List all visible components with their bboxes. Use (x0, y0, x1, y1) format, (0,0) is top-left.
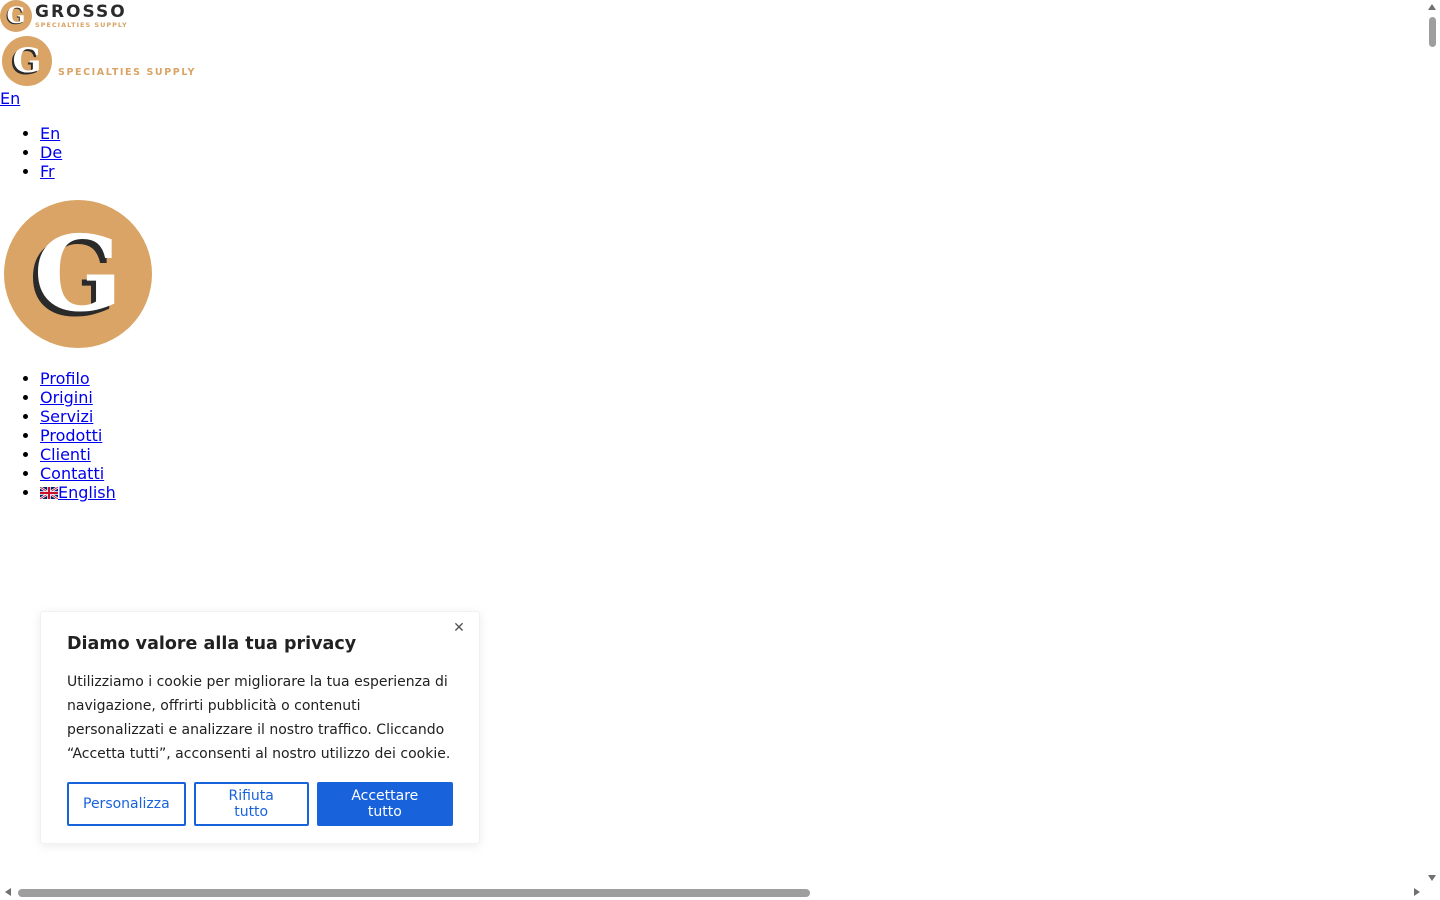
language-link-fr[interactable]: Fr (40, 162, 55, 181)
horizontal-scrollbar[interactable] (0, 885, 1425, 900)
cookie-actions: Personalizza Rifiuta tutto Accettare tut… (67, 782, 453, 826)
logo-mark-icon: G (2, 36, 52, 86)
nav-link-clienti[interactable]: Clienti (40, 445, 91, 464)
horizontal-scroll-thumb[interactable] (18, 889, 810, 897)
nav-item: Origini (40, 388, 116, 407)
language-item: De (40, 143, 62, 162)
main-logo[interactable]: G (4, 200, 152, 348)
nav-item: Servizi (40, 407, 116, 426)
current-language-link[interactable]: En (0, 89, 20, 108)
reject-all-button[interactable]: Rifiuta tutto (193, 782, 309, 826)
vertical-scroll-thumb[interactable] (1429, 17, 1436, 47)
scroll-down-arrow-icon[interactable] (1428, 875, 1436, 881)
header-logo[interactable]: G GROSSO SPECIALTIES SUPPLY (0, 0, 128, 32)
logo-mark-icon: G (4, 200, 152, 348)
nav-link-contatti[interactable]: Contatti (40, 464, 104, 483)
language-item: Fr (40, 162, 62, 181)
cookie-title: Diamo valore alla tua privacy (67, 634, 357, 654)
main-navigation: Profilo Origini Servizi Prodotti Clienti… (0, 369, 116, 502)
nav-item: Contatti (40, 464, 116, 483)
brand-tagline: SPECIALTIES SUPPLY (35, 20, 128, 29)
cookie-description: Utilizziamo i cookie per migliorare la t… (67, 674, 451, 762)
language-item: En (40, 124, 62, 143)
close-icon[interactable]: ✕ (453, 621, 465, 635)
nav-item: Prodotti (40, 426, 116, 445)
uk-flag-icon (40, 487, 58, 499)
scroll-right-arrow-icon[interactable] (1414, 888, 1420, 896)
language-link-de[interactable]: De (40, 143, 62, 162)
nav-item: English (40, 483, 116, 502)
secondary-logo[interactable]: G SPECIALTIES SUPPLY (2, 36, 196, 86)
accept-all-button[interactable]: Accettare tutto (316, 782, 453, 826)
scroll-up-arrow-icon[interactable] (1428, 4, 1436, 10)
vertical-scrollbar[interactable] (1425, 0, 1440, 885)
nav-link-origini[interactable]: Origini (40, 388, 93, 407)
logo-mark-icon: G (0, 0, 32, 32)
brand-name: GROSSO (35, 1, 127, 22)
brand-tagline: SPECIALTIES SUPPLY (58, 67, 197, 78)
nav-item: Clienti (40, 445, 116, 464)
scroll-left-arrow-icon[interactable] (5, 888, 11, 896)
customize-button[interactable]: Personalizza (67, 782, 186, 826)
cookie-consent-banner: ✕ Diamo valore alla tua privacy Utilizzi… (40, 611, 480, 844)
language-link-en[interactable]: En (40, 124, 60, 143)
nav-item: Profilo (40, 369, 116, 388)
nav-link-english[interactable]: English (40, 483, 116, 502)
nav-link-servizi[interactable]: Servizi (40, 407, 93, 426)
nav-link-profilo[interactable]: Profilo (40, 369, 90, 388)
language-list: En De Fr (0, 124, 62, 181)
nav-link-label: English (58, 483, 116, 502)
nav-link-prodotti[interactable]: Prodotti (40, 426, 102, 445)
